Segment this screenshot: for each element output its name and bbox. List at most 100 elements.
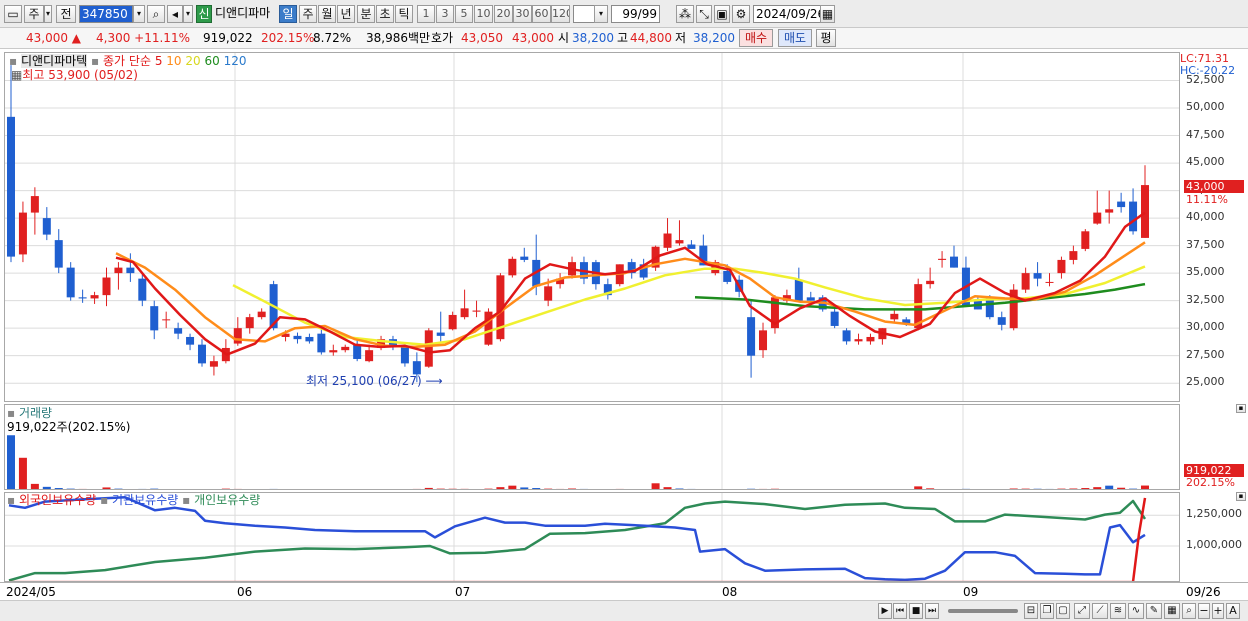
candle-body — [102, 277, 111, 296]
candle-body — [938, 258, 947, 260]
candle-body — [460, 308, 469, 318]
custom-interval-dropdown-icon[interactable]: ▾ — [594, 5, 608, 23]
candle-body — [1129, 201, 1138, 232]
legend-institution: 기관보유수량 — [112, 493, 179, 507]
zoom-slider[interactable] — [948, 609, 1018, 613]
zoom-in-icon[interactable]: + — [1212, 603, 1224, 619]
window-icon[interactable]: ▢ — [1056, 603, 1070, 619]
holding-chart-panel[interactable]: ▪ 외국인보유수량 ▪ 기관보유수량 ▪ 개인보유수량 — [4, 492, 1180, 582]
volume-bar — [246, 489, 254, 490]
interval-button-1[interactable]: 1 — [417, 5, 435, 23]
candle-body — [1021, 273, 1030, 290]
bid-price: 43,000 — [512, 31, 554, 45]
calendar-icon[interactable]: ▦ — [820, 5, 835, 23]
average-button[interactable]: 평 — [816, 29, 836, 47]
volume-bar — [556, 488, 565, 489]
interval-button-30[interactable]: 30 — [513, 5, 532, 23]
zoom-out-icon[interactable]: − — [1198, 603, 1210, 619]
stop-icon[interactable]: ■ — [909, 603, 923, 619]
volume-chart-svg[interactable] — [5, 405, 1180, 490]
code-dropdown-icon[interactable]: ▾ — [133, 5, 145, 23]
candle-body — [866, 336, 875, 342]
save-icon[interactable]: ▣ — [714, 5, 730, 23]
data-count-input[interactable]: 99/99 — [611, 5, 660, 23]
sell-button[interactable]: 매도 — [778, 29, 812, 47]
candle-body — [54, 240, 63, 268]
draw-tool-icon[interactable]: ⤡ — [696, 5, 712, 23]
volume-bar — [640, 489, 648, 490]
trend-tool-icon[interactable]: ⟋ — [1092, 603, 1108, 619]
font-size-icon[interactable]: A — [1226, 603, 1240, 619]
candle-body — [233, 328, 242, 344]
window-menu-icon[interactable]: ▭ — [4, 5, 22, 23]
toolbar: ▭ 주 ▾ 전 347850 ▾ ⌕ ◂ ▾ 신 디앤디파마 일 주 월 년 분… — [0, 0, 1248, 28]
volume-bar — [162, 489, 170, 490]
candle-body — [950, 256, 959, 268]
candle-body — [1141, 185, 1149, 238]
price-tick-label: 50,000 — [1186, 100, 1225, 114]
volume-bar — [783, 489, 791, 490]
period-button-week[interactable]: 주 — [299, 5, 317, 23]
interval-button-120[interactable]: 120 — [551, 5, 570, 23]
stock-code-input[interactable]: 347850 — [79, 5, 133, 23]
open-price: 38,200 — [572, 31, 614, 45]
marker-tool-icon[interactable]: ✎ — [1146, 603, 1162, 619]
period-button-day[interactable]: 일 — [279, 5, 297, 23]
holding-panel-close-icon[interactable]: ▪ — [1236, 492, 1246, 501]
volume-bar — [747, 488, 756, 489]
candle-body — [723, 270, 732, 282]
speaker-dropdown-icon[interactable]: ▾ — [183, 5, 193, 23]
volume-bar — [496, 487, 505, 489]
scroll-right-icon[interactable]: ▶ — [878, 603, 892, 619]
price-chart-svg[interactable] — [5, 53, 1180, 402]
layout-icon[interactable]: ⊟ — [1024, 603, 1038, 619]
volume-legend: ▪ 거래량 — [7, 406, 52, 420]
buy-button[interactable]: 매수 — [739, 29, 773, 47]
interval-button-10[interactable]: 10 — [474, 5, 493, 23]
period-button-minute[interactable]: 분 — [357, 5, 375, 23]
volume-bar — [269, 488, 278, 489]
fibo-tool-icon[interactable]: ≋ — [1110, 603, 1126, 619]
speaker-icon[interactable]: ◂ — [167, 5, 183, 23]
scroll-start-icon[interactable]: ⏮ — [893, 603, 907, 619]
period-button-tick[interactable]: 틱 — [395, 5, 413, 23]
crosshair-icon[interactable]: ⁂ — [676, 5, 694, 23]
price-chart-panel[interactable]: ▪ 디앤디파마텍 ▪ 종가 단순 5 10 20 60 120 ▦최고 53,9… — [4, 52, 1180, 402]
period-button-month[interactable]: 월 — [318, 5, 336, 23]
volume-bar — [198, 489, 206, 490]
price-tick-label: 30,000 — [1186, 320, 1225, 334]
candle-body — [759, 330, 768, 351]
grid-icon[interactable]: ▦ — [1164, 603, 1180, 619]
prev-button[interactable]: 전 — [56, 5, 76, 23]
volume-bar — [592, 489, 600, 490]
settings-gear-icon[interactable]: ⚙ — [732, 5, 750, 23]
legend-bullet-icon: ▪ — [9, 54, 18, 68]
volume-bar — [615, 488, 624, 489]
volume-bar — [138, 488, 147, 489]
magnifier-icon[interactable]: ⌕ — [1182, 603, 1196, 619]
interval-button-20[interactable]: 20 — [494, 5, 513, 23]
volume-panel-close-icon[interactable]: ▪ — [1236, 404, 1246, 413]
period-type-dropdown-icon[interactable]: ▾ — [44, 5, 52, 23]
candle-body — [830, 311, 839, 326]
candle-body — [30, 196, 39, 213]
volume-bar — [448, 488, 457, 489]
current-volume-ratio: 202.15% — [1186, 476, 1235, 489]
period-type-select[interactable]: 주 — [24, 5, 44, 23]
period-button-second[interactable]: 초 — [376, 5, 394, 23]
interval-button-5[interactable]: 5 — [455, 5, 473, 23]
wave-tool-icon[interactable]: ∿ — [1128, 603, 1144, 619]
interval-button-60[interactable]: 60 — [532, 5, 551, 23]
date-input[interactable]: 2024/09/26 — [753, 5, 823, 23]
candle-body — [1081, 231, 1090, 249]
interval-button-3[interactable]: 3 — [436, 5, 454, 23]
scroll-end-icon[interactable]: ⏭ — [925, 603, 939, 619]
line-tool-icon[interactable]: ⤢ — [1074, 603, 1090, 619]
price-tick-label: 40,000 — [1186, 210, 1225, 224]
period-button-year[interactable]: 년 — [337, 5, 355, 23]
copy-icon[interactable]: ❐ — [1040, 603, 1054, 619]
volume-chart-panel[interactable]: ▪ 거래량 919,022주(202.15%) — [4, 404, 1180, 490]
search-icon[interactable]: ⌕ — [147, 5, 165, 23]
legend-bullet-icon: ▪ — [182, 493, 191, 507]
legend-ma-label: 종가 단순 — [103, 54, 151, 68]
